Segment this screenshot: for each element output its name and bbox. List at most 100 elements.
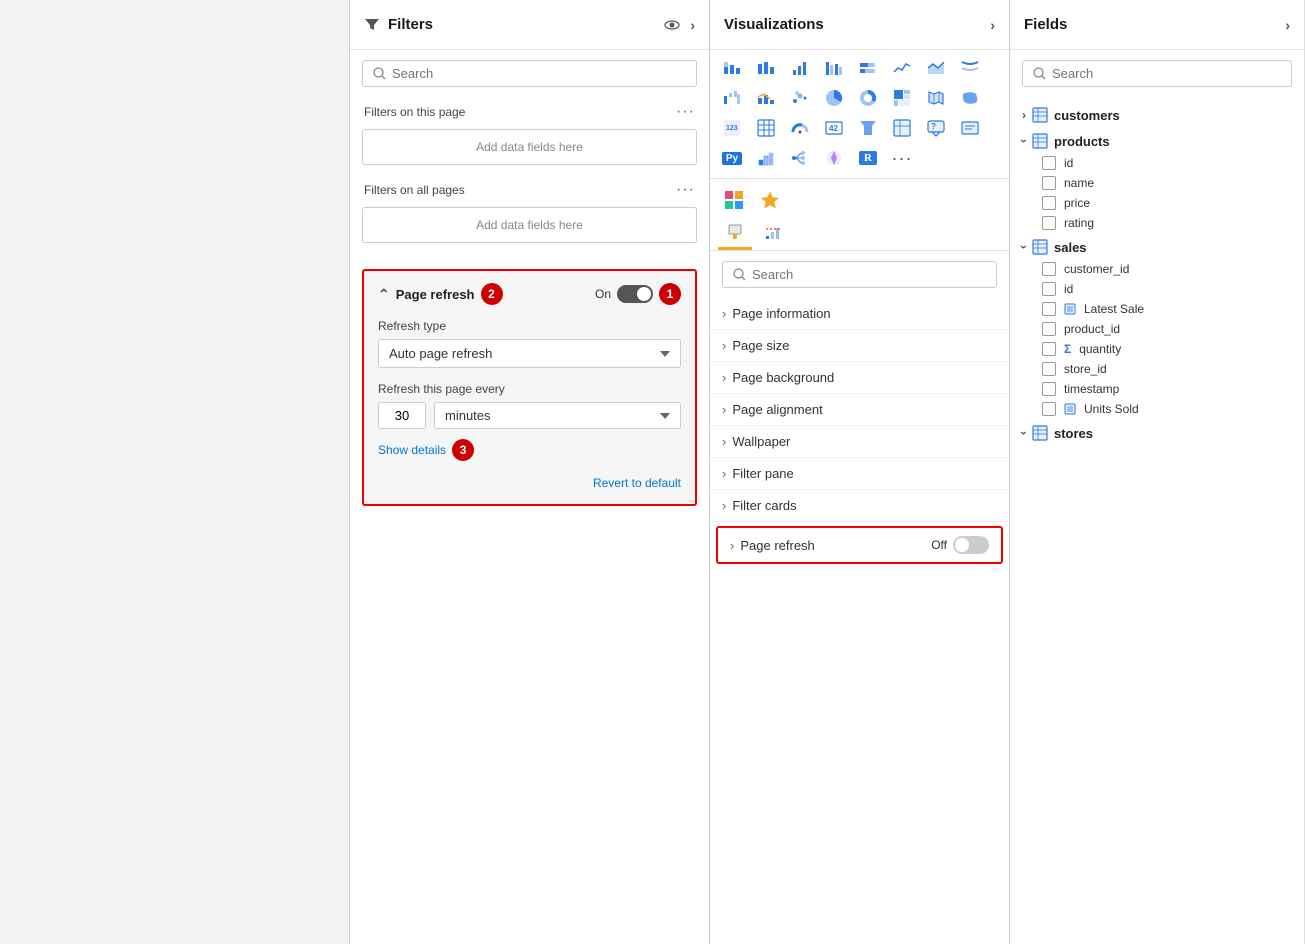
field-item-product-id[interactable]: id	[1010, 153, 1304, 173]
field-checkbox[interactable]	[1042, 216, 1056, 230]
viz-star-icon[interactable]	[756, 187, 784, 213]
viz-ribbon-icon[interactable]	[954, 54, 986, 82]
viz-funnel-chart-icon[interactable]	[852, 114, 884, 142]
filters-search-box[interactable]	[362, 60, 697, 87]
viz-grouped-bar-icon[interactable]	[818, 54, 850, 82]
add-fields-all[interactable]: Add data fields here	[362, 207, 697, 243]
viz-decomp-tree-icon[interactable]	[784, 144, 816, 172]
calc-icon-units	[1064, 403, 1076, 415]
viz-filled-map-icon[interactable]	[954, 84, 986, 112]
viz-100-bar-icon[interactable]	[852, 54, 884, 82]
viz-search-input[interactable]	[752, 267, 986, 282]
svg-text:123: 123	[726, 125, 738, 132]
filters-all-menu[interactable]: ···	[676, 181, 695, 199]
viz-donut-icon[interactable]	[852, 84, 884, 112]
field-checkbox[interactable]	[1042, 402, 1056, 416]
fields-search-box[interactable]	[1022, 60, 1292, 87]
viz-smart-narrative-icon[interactable]	[954, 114, 986, 142]
viz-matrix-icon[interactable]	[886, 114, 918, 142]
field-checkbox[interactable]	[1042, 282, 1056, 296]
page-refresh-toggle[interactable]: On 1	[595, 283, 681, 305]
viz-section-filter-cards[interactable]: ›Filter cards	[710, 490, 1009, 522]
fields-expand-icon[interactable]: ›	[1285, 17, 1290, 33]
viz-key-influencers-icon[interactable]	[818, 144, 850, 172]
field-checkbox[interactable]	[1042, 176, 1056, 190]
viz-color-squares-icon[interactable]	[720, 187, 748, 213]
viz-r-icon[interactable]: R	[852, 144, 884, 172]
viz-section-page-bg[interactable]: ›Page background	[710, 362, 1009, 394]
interval-unit-select[interactable]: minutes	[434, 402, 681, 429]
viz-section-filter-pane[interactable]: ›Filter pane	[710, 458, 1009, 490]
fields-search-input[interactable]	[1052, 66, 1281, 81]
page-refresh-header: ⌃ Page refresh 2 On 1	[378, 283, 681, 305]
viz-more-icon[interactable]: ···	[886, 144, 918, 172]
show-details-link[interactable]: Show details	[378, 443, 446, 457]
field-item-product-rating[interactable]: rating	[1010, 213, 1304, 233]
viz-kpi-icon[interactable]: 123	[716, 114, 748, 142]
viz-page-refresh-toggle[interactable]: Off	[931, 536, 989, 554]
field-item-product-name[interactable]: name	[1010, 173, 1304, 193]
viz-custom-icon[interactable]	[750, 144, 782, 172]
viz-waterfall-icon[interactable]	[716, 84, 748, 112]
viz-format-tab[interactable]	[718, 217, 752, 250]
field-item-store-id[interactable]: store_id	[1010, 359, 1304, 379]
badge-1: 1	[659, 283, 681, 305]
viz-pie-icon[interactable]	[818, 84, 850, 112]
field-item-latest-sale[interactable]: Latest Sale	[1010, 299, 1304, 319]
viz-gauge-icon[interactable]	[784, 114, 816, 142]
viz-search-box[interactable]	[722, 261, 997, 288]
eye-icon[interactable]	[664, 17, 680, 33]
viz-section-page-info[interactable]: ›Page information	[710, 298, 1009, 330]
field-checkbox[interactable]	[1042, 382, 1056, 396]
field-group-customers-header[interactable]: › customers	[1010, 103, 1304, 127]
field-checkbox[interactable]	[1042, 342, 1056, 356]
viz-section-page-refresh[interactable]: › Page refresh Off	[716, 526, 1003, 564]
viz-column-chart-icon[interactable]	[784, 54, 816, 82]
viz-analytics-tab[interactable]	[756, 217, 790, 250]
toggle-on-switch[interactable]	[617, 285, 653, 303]
viz-scatter-icon[interactable]	[784, 84, 816, 112]
field-item-units-sold[interactable]: Units Sold	[1010, 399, 1304, 419]
field-item-sales-id[interactable]: id	[1010, 279, 1304, 299]
refresh-type-select[interactable]: Auto page refresh	[378, 339, 681, 368]
add-fields-page[interactable]: Add data fields here	[362, 129, 697, 165]
field-item-timestamp[interactable]: timestamp	[1010, 379, 1304, 399]
field-checkbox[interactable]	[1042, 302, 1056, 316]
page-refresh-box: ⌃ Page refresh 2 On 1 Refresh type Auto …	[362, 269, 697, 506]
filters-search-input[interactable]	[392, 66, 686, 81]
filters-page-menu[interactable]: ···	[676, 103, 695, 121]
field-group-sales-header[interactable]: › sales	[1010, 235, 1304, 259]
field-group-products-header[interactable]: › products	[1010, 129, 1304, 153]
field-checkbox[interactable]	[1042, 156, 1056, 170]
viz-area-chart-icon[interactable]	[920, 54, 952, 82]
field-item-product-id-sales[interactable]: product_id	[1010, 319, 1304, 339]
viz-section-page-size[interactable]: ›Page size	[710, 330, 1009, 362]
viz-section-wallpaper[interactable]: ›Wallpaper	[710, 426, 1009, 458]
viz-bar-chart-icon[interactable]	[750, 54, 782, 82]
viz-section-page-align[interactable]: ›Page alignment	[710, 394, 1009, 426]
chevron-up-icon[interactable]: ⌃	[378, 286, 390, 303]
field-checkbox[interactable]	[1042, 196, 1056, 210]
field-item-product-price[interactable]: price	[1010, 193, 1304, 213]
viz-map-icon[interactable]	[920, 84, 952, 112]
viz-python-icon[interactable]: Py	[716, 144, 748, 172]
field-group-stores-header[interactable]: › stores	[1010, 421, 1304, 445]
viz-line-stacked-icon[interactable]	[750, 84, 782, 112]
toggle-off-switch[interactable]	[953, 536, 989, 554]
field-item-quantity[interactable]: Σ quantity	[1010, 339, 1304, 359]
viz-icons-container: 123 42 ?	[710, 50, 1009, 176]
field-checkbox[interactable]	[1042, 362, 1056, 376]
viz-table-icon[interactable]	[750, 114, 782, 142]
interval-number-input[interactable]	[378, 402, 426, 429]
field-checkbox[interactable]	[1042, 262, 1056, 276]
viz-card-icon[interactable]: 42	[818, 114, 850, 142]
field-item-customer-id[interactable]: customer_id	[1010, 259, 1304, 279]
viz-qa-icon[interactable]: ?	[920, 114, 952, 142]
field-checkbox[interactable]	[1042, 322, 1056, 336]
filters-expand-icon[interactable]: ›	[690, 17, 695, 33]
viz-treemap-icon[interactable]	[886, 84, 918, 112]
viz-line-chart-icon[interactable]	[886, 54, 918, 82]
viz-stacked-bar-icon[interactable]	[716, 54, 748, 82]
viz-expand-icon[interactable]: ›	[990, 17, 995, 33]
revert-default-link[interactable]: Revert to default	[593, 476, 681, 490]
